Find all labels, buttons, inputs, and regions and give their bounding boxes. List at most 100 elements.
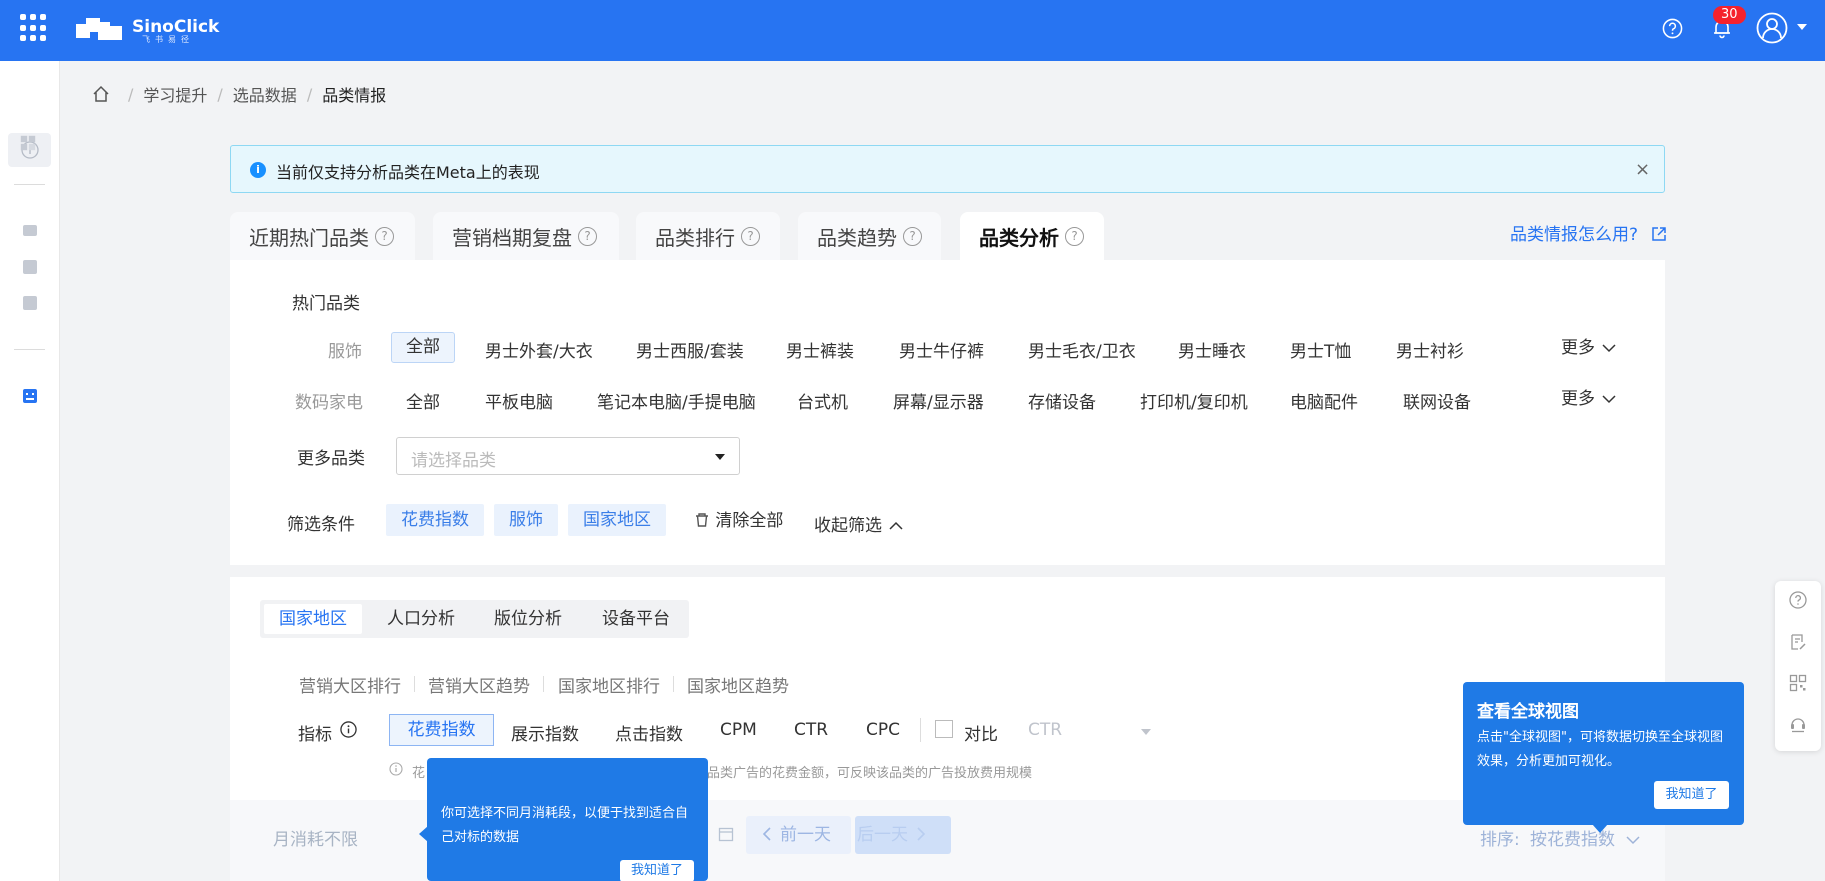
tab-category-ranking[interactable]: 品类排行? [636, 212, 780, 261]
help-icon[interactable] [1662, 18, 1683, 39]
category-chip[interactable]: 男士衬衫 [1396, 337, 1464, 362]
more-button[interactable]: 更多 [1561, 384, 1616, 409]
calendar-icon[interactable] [718, 826, 734, 842]
category-chip[interactable]: 男士牛仔裤 [899, 337, 984, 362]
analytics-icon[interactable] [22, 388, 38, 404]
qr-code-icon[interactable] [1789, 674, 1807, 692]
external-link-icon [1652, 227, 1667, 241]
filter-tag[interactable]: 国家地区 [568, 504, 666, 536]
breadcrumb-item[interactable]: 选品数据 [233, 82, 297, 106]
divider [414, 676, 415, 692]
close-icon[interactable]: × [1635, 159, 1650, 180]
metric-option-selected[interactable]: 花费指数 [389, 714, 494, 746]
breadcrumb-current: 品类情报 [322, 86, 387, 105]
category-chip[interactable]: 男士睡衣 [1178, 337, 1246, 362]
prev-day-button[interactable]: 前一天 [746, 816, 851, 854]
help-icon[interactable]: ? [1065, 227, 1084, 246]
help-icon[interactable] [1789, 591, 1807, 609]
category-chip[interactable]: 存储设备 [1028, 388, 1096, 413]
spend-tooltip-text: 你可选择不同月消耗段，以便于找到适合自己对标的数据 [441, 806, 689, 845]
next-day-button[interactable]: 后一天 [855, 816, 951, 854]
category-chip[interactable]: 男士西服/套装 [636, 337, 744, 362]
compare-select[interactable]: CTR [1028, 720, 1153, 740]
category-chip[interactable]: 男士毛衣/卫衣 [1028, 337, 1136, 362]
feedback-icon[interactable] [1789, 633, 1807, 651]
category-chip-selected[interactable]: 全部 [391, 332, 455, 363]
category-chip[interactable]: 屏幕/显示器 [893, 388, 984, 413]
chevron-down-icon [1626, 836, 1640, 845]
help-icon[interactable]: ? [578, 227, 597, 246]
tooltip-arrow [419, 826, 428, 842]
info-icon[interactable] [340, 721, 357, 738]
message-icon[interactable] [22, 223, 38, 239]
category-chip[interactable]: 电脑配件 [1290, 388, 1358, 413]
metric-option[interactable]: 点击指数 [615, 720, 683, 745]
metric-option[interactable]: 展示指数 [511, 720, 579, 745]
subtab-country-trend[interactable]: 国家地区趋势 [687, 672, 789, 697]
subtab-region-ranking[interactable]: 营销大区排行 [299, 672, 401, 697]
user-avatar-icon[interactable] [1756, 12, 1788, 44]
sort-select[interactable]: 按花费指数 [1530, 825, 1640, 850]
category-chip[interactable]: 全部 [406, 388, 440, 413]
subtab-region-trend[interactable]: 营销大区趋势 [428, 672, 530, 697]
metric-option[interactable]: CPM [720, 720, 757, 740]
breadcrumb: / 学习提升 / 选品数据 / 品类情报 [92, 82, 386, 106]
customer-service-icon[interactable] [1789, 715, 1807, 733]
breadcrumb-separator: / [306, 84, 313, 104]
metric-option[interactable]: CTR [794, 720, 828, 740]
breadcrumb-separator: / [217, 84, 223, 104]
tab-category-trend[interactable]: 品类趋势? [798, 212, 941, 261]
help-icon[interactable]: ? [375, 227, 394, 246]
divider [543, 676, 544, 692]
breadcrumb-separator: / [128, 84, 134, 104]
howto-link[interactable]: 品类情报怎么用? [1510, 220, 1667, 245]
clear-all-button[interactable]: 清除全部 [694, 506, 783, 531]
filter-tag[interactable]: 花费指数 [386, 504, 484, 536]
image-icon[interactable] [22, 295, 38, 311]
breadcrumb-item[interactable]: 学习提升 [143, 82, 207, 106]
prev-day-label: 前一天 [780, 825, 831, 845]
category-chip[interactable]: 平板电脑 [485, 388, 553, 413]
chevron-down-icon[interactable] [1796, 22, 1808, 32]
trash-icon [696, 513, 708, 527]
category-chip[interactable]: 台式机 [797, 388, 848, 413]
collapse-filters-button[interactable]: 收起筛选 [814, 511, 903, 536]
segment-device[interactable]: 设备平台 [602, 604, 670, 634]
segment-placement[interactable]: 版位分析 [494, 604, 562, 634]
help-icon[interactable]: ? [903, 227, 922, 246]
filter-tag[interactable]: 服饰 [494, 504, 558, 536]
category-chip[interactable]: 男士外套/大衣 [485, 337, 593, 362]
category-chip[interactable]: 联网设备 [1403, 388, 1471, 413]
got-it-button[interactable]: 我知道了 [1654, 781, 1729, 809]
info-icon: i [250, 162, 266, 178]
home-icon[interactable] [92, 85, 110, 103]
app-grid-icon[interactable] [20, 14, 48, 42]
category-chip[interactable]: 打印机/复印机 [1140, 388, 1248, 413]
caret-down-icon [1141, 729, 1151, 735]
segment-country[interactable]: 国家地区 [264, 604, 362, 634]
tab-label: 品类分析 [979, 226, 1059, 250]
category-chip[interactable]: 笔记本电脑/手提电脑 [597, 388, 756, 413]
logo-subtitle: 飞书易径 [142, 35, 194, 44]
more-button[interactable]: 更多 [1561, 333, 1616, 358]
tab-category-analysis[interactable]: 品类分析? [960, 212, 1104, 261]
help-icon[interactable]: ? [741, 227, 760, 246]
monthly-spend-select[interactable]: 月消耗不限 [273, 825, 358, 850]
category-chip[interactable]: 男士裤装 [786, 337, 854, 362]
tab-recent-hot[interactable]: 近期热门品类? [230, 212, 415, 261]
category-select[interactable]: 请选择品类 [396, 437, 740, 475]
category-chip[interactable]: 男士T恤 [1290, 337, 1351, 362]
dashboard-icon[interactable] [20, 135, 36, 151]
segment-demographics[interactable]: 人口分析 [387, 604, 455, 634]
metric-option[interactable]: CPC [866, 720, 900, 740]
notification-badge: 30 [1713, 6, 1746, 24]
tab-campaign-review[interactable]: 营销档期复盘? [433, 212, 619, 261]
contacts-icon[interactable] [22, 259, 38, 275]
compare-checkbox[interactable] [935, 720, 953, 738]
global-view-tooltip-title: 查看全球视图 [1477, 702, 1579, 722]
sidebar [0, 61, 60, 881]
spend-tooltip: 你可选择不同月消耗段，以便于找到适合自己对标的数据 我知道了 [419, 758, 708, 881]
howto-link-label: 品类情报怎么用? [1510, 225, 1639, 245]
got-it-button[interactable]: 我知道了 [620, 860, 694, 881]
subtab-country-ranking[interactable]: 国家地区排行 [558, 672, 660, 697]
